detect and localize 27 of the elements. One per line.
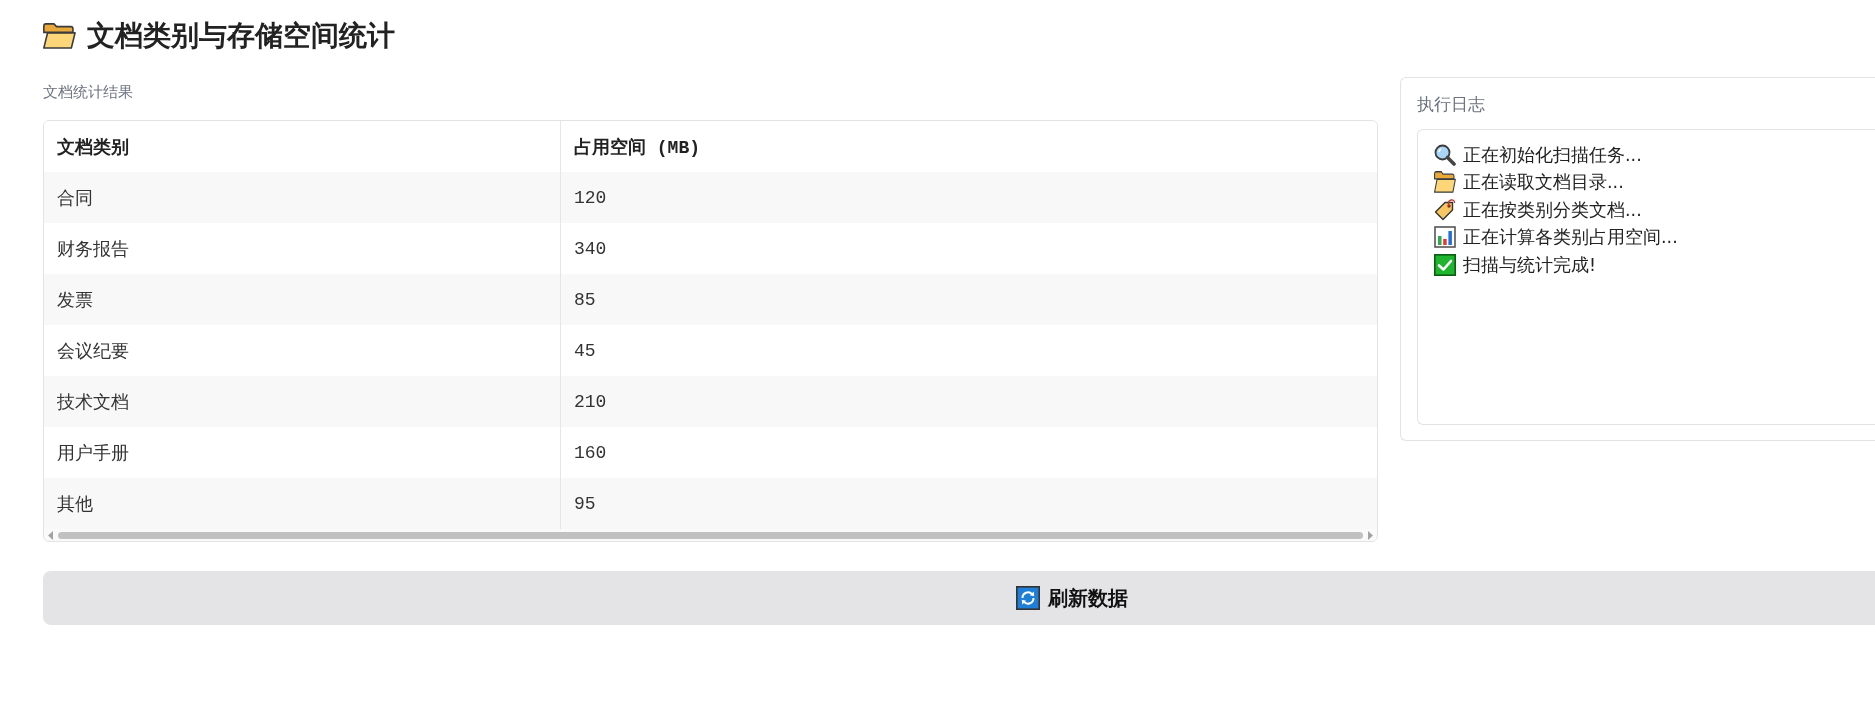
refresh-icon bbox=[1016, 586, 1040, 610]
column-header: 占用空间 (MB) bbox=[561, 121, 1377, 172]
table-cell: 会议纪要 bbox=[44, 325, 561, 376]
log-entry: 正在读取文档目录... bbox=[1463, 171, 1624, 195]
log-entry: 正在计算各类别占用空间... bbox=[1463, 226, 1678, 250]
log-entry: 正在初始化扫描任务... bbox=[1463, 143, 1642, 167]
folder-icon bbox=[1434, 171, 1456, 194]
table-cell: 财务报告 bbox=[44, 223, 561, 274]
tag-icon bbox=[1434, 198, 1456, 221]
checkmark-icon bbox=[1434, 253, 1456, 276]
table-cell: 160 bbox=[561, 427, 1377, 478]
section-label: 文档统计结果 bbox=[43, 82, 133, 103]
log-entry: 扫描与统计完成! bbox=[1463, 253, 1596, 277]
folder-icon bbox=[43, 23, 76, 49]
page-title: 文档类别与存储空间统计 bbox=[87, 18, 395, 54]
search-icon bbox=[1434, 143, 1456, 166]
table-cell: 用户手册 bbox=[44, 427, 561, 478]
scrollbar-thumb[interactable] bbox=[58, 531, 1363, 539]
scroll-right-icon[interactable] bbox=[1368, 530, 1373, 540]
refresh-button[interactable]: 刷新数据 bbox=[43, 571, 1875, 625]
bar-chart-icon bbox=[1434, 226, 1456, 249]
scroll-left-icon[interactable] bbox=[48, 530, 53, 540]
panel-title: 执行日志 bbox=[1417, 93, 1485, 115]
log-entry: 正在按类别分类文档... bbox=[1463, 198, 1642, 222]
column-header: 文档类别 bbox=[44, 121, 561, 172]
table-cell: 45 bbox=[561, 325, 1377, 376]
table-cell: 340 bbox=[561, 223, 1377, 274]
